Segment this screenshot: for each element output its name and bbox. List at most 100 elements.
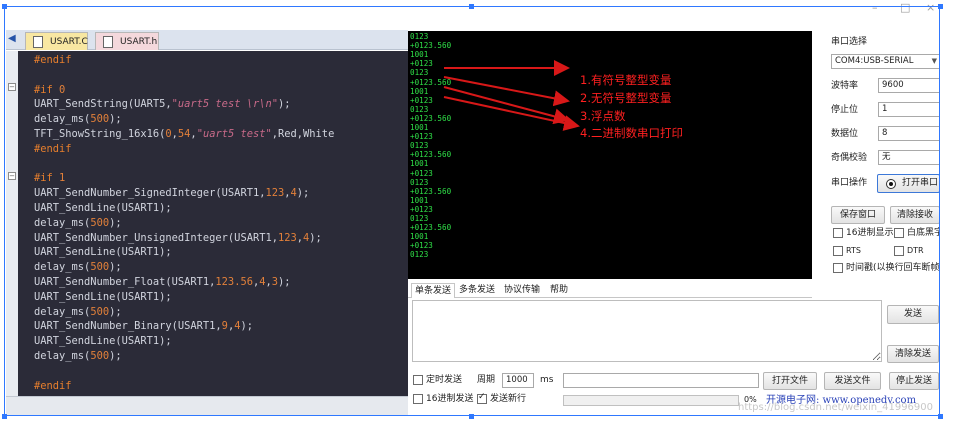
code-line: UART_SendNumber_Binary(USART1,9,4); — [34, 319, 253, 333]
fold-toggle-icon[interactable]: − — [8, 172, 16, 180]
tab-multi-send[interactable]: 多条发送 — [456, 283, 498, 297]
code-token: 123 — [277, 231, 297, 244]
code-line: UART_SendNumber_Float(USART1,123.56,4,3)… — [34, 275, 291, 289]
code-line: UART_SendString(UART5,"uart5 test \r\n")… — [34, 97, 291, 111]
code-token: ); — [240, 320, 253, 333]
data-bits-select[interactable]: 8 — [878, 126, 940, 141]
code-token: UART_SendNumber_Binary(USART1, — [34, 320, 222, 333]
close-icon[interactable]: × — [926, 1, 935, 14]
code-token: 123 — [265, 187, 285, 200]
baud-label: 波特率 — [831, 81, 859, 91]
rts-checkbox[interactable] — [833, 246, 843, 256]
selection-handle[interactable] — [469, 414, 474, 419]
clear-send-button[interactable]: 清除发送 — [887, 345, 939, 363]
code-token: UART_SendLine(USART1); — [34, 335, 172, 348]
tab-scroll-left-icon[interactable]: ◀ — [8, 33, 16, 44]
port-op-label: 串口操作 — [831, 178, 868, 188]
editor-status-strip — [6, 396, 408, 416]
timestamp-checkbox[interactable] — [833, 263, 843, 273]
screenshot-root: – □ × ◀ USART.C USART.h − − #endif #if 0U… — [0, 0, 969, 424]
selection-handle[interactable] — [938, 4, 943, 9]
tab-usart-c[interactable]: USART.C — [25, 32, 88, 50]
hex-send-checkbox[interactable] — [413, 394, 423, 404]
data-bits-value: 8 — [882, 128, 888, 138]
code-token: #endif — [34, 54, 72, 66]
dtr-label: DTR — [907, 246, 924, 255]
stop-send-button[interactable]: 停止发送 — [889, 372, 939, 390]
code-line: UART_SendLine(USART1); — [34, 290, 172, 304]
code-line: delay_ms(500); — [34, 349, 122, 363]
clear-receive-button[interactable]: 清除接收 — [890, 206, 940, 224]
open-file-button[interactable]: 打开文件 — [763, 372, 817, 390]
dtr-checkbox[interactable] — [894, 246, 904, 256]
code-token: 500 — [90, 216, 110, 229]
white-bg-checkbox[interactable] — [894, 228, 904, 238]
selection-handle[interactable] — [938, 414, 943, 419]
period-unit: ms — [540, 375, 554, 385]
arrow-unsigned — [443, 76, 570, 107]
code-token: #endif — [34, 142, 72, 155]
tab-usart-h[interactable]: USART.h — [95, 32, 159, 50]
tab-label: USART.h — [120, 37, 158, 47]
port-state-radio-icon — [886, 179, 896, 189]
arrow-float — [443, 86, 570, 125]
annotation-arrows — [443, 60, 580, 131]
hex-display-checkbox[interactable] — [833, 228, 843, 238]
code-editor[interactable]: #endif #if 0 UART_SendString(UART5,"uart5 … — [18, 51, 408, 396]
tab-help[interactable]: 帮助 — [547, 283, 571, 297]
code-token: delay_ms( — [34, 350, 91, 362]
tab-single-send[interactable]: 单条发送 — [411, 283, 456, 298]
code-line: UART_SendLine(USART1); — [34, 245, 172, 259]
baud-select[interactable]: 9600 — [878, 78, 940, 93]
fold-toggle-icon[interactable]: − — [8, 83, 16, 91]
watermark: https://blog.csdn.net/weixin_41996900 — [738, 402, 934, 413]
period-label: 周期 — [477, 375, 496, 385]
parity-label: 奇偶校验 — [831, 153, 868, 163]
code-line: #if 0 — [34, 83, 65, 97]
code-line: #if 1 — [34, 171, 65, 185]
send-input[interactable] — [412, 300, 882, 362]
hex-send-label: 16进制发送 — [426, 394, 474, 404]
white-bg-label: 白底黑字 — [907, 228, 940, 238]
file-path-input[interactable] — [563, 373, 759, 388]
parity-select[interactable]: 无 — [878, 150, 940, 165]
port-select[interactable]: COM4:USB-SERIAL ▼ — [831, 54, 940, 69]
send-newline-checkbox[interactable] — [477, 392, 487, 404]
code-token: ); — [278, 276, 291, 288]
code-line: UART_SendLine(USART1); — [34, 334, 172, 348]
port-value: COM4:USB-SERIAL — [835, 56, 914, 66]
data-bits-label: 数据位 — [831, 129, 859, 139]
period-input[interactable]: 1000 — [502, 373, 534, 388]
code-token: TFT_ShowString_16x16( — [34, 128, 166, 140]
save-window-button[interactable]: 保存窗口 — [831, 206, 885, 224]
annotation-binary: 4.二进制数串口打印 — [580, 126, 683, 140]
minimize-icon[interactable]: – — [872, 1, 878, 14]
stop-bits-select[interactable]: 1 — [878, 102, 940, 117]
code-token: 123.56 — [215, 276, 253, 288]
timed-send-checkbox[interactable] — [413, 375, 423, 385]
code-token: UART_SendLine(USART1); — [34, 202, 172, 214]
parity-value: 无 — [882, 152, 891, 162]
send-newline-label: 发送新行 — [490, 394, 527, 404]
tab-protocol[interactable]: 协议传输 — [501, 283, 543, 297]
file-icon — [103, 36, 113, 48]
open-port-button[interactable]: 打开串口 — [877, 174, 940, 193]
selection-handle[interactable] — [2, 4, 7, 9]
code-token: #if — [34, 83, 60, 96]
hex-display-label: 16进制显示 — [846, 228, 894, 238]
code-line: delay_ms(500); — [34, 305, 122, 319]
code-token: delay_ms( — [34, 113, 91, 126]
maximize-icon[interactable]: □ — [900, 1, 910, 14]
code-token: ); — [109, 216, 122, 229]
code-token: ); — [296, 187, 310, 200]
editor-gutter: − − — [6, 51, 18, 396]
receive-area[interactable]: 0123 +0123 1001 +0123.560 0123 +0123 1001 +0123… — [408, 31, 812, 279]
code-token: UART_SendNumber_UnsignedInteger(USART1, — [34, 231, 278, 244]
selection-handle[interactable] — [2, 414, 7, 419]
code-token: 54 — [177, 128, 191, 140]
code-token: UART_SendLine(USART1); — [34, 246, 172, 259]
selection-handle[interactable] — [469, 4, 474, 9]
stop-bits-label: 停止位 — [831, 105, 859, 115]
send-button[interactable]: 发送 — [887, 305, 939, 324]
send-file-button[interactable]: 发送文件 — [824, 372, 881, 390]
